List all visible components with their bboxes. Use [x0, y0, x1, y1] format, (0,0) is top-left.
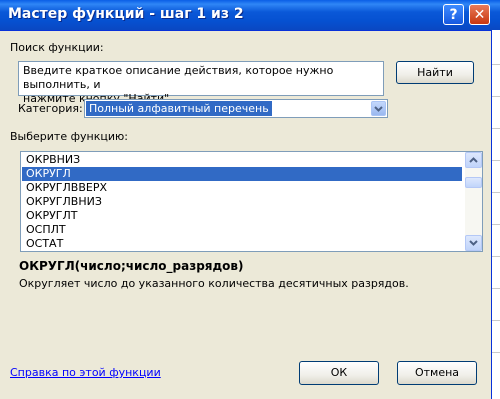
background-gridline	[492, 224, 500, 225]
window-title: Мастер функций - шаг 1 из 2	[8, 6, 244, 22]
background-gridline	[492, 192, 500, 193]
list-scrollbar[interactable]	[465, 152, 482, 251]
function-description: Округляет число до указанного количества…	[19, 277, 409, 290]
scroll-thumb[interactable]	[465, 177, 482, 188]
category-dropdown-button[interactable]	[371, 101, 386, 116]
close-icon: ✕	[473, 7, 486, 23]
find-button[interactable]: Найти	[396, 61, 474, 84]
help-button[interactable]: ?	[443, 4, 464, 25]
cancel-button-label: Отмена	[414, 366, 460, 379]
chevron-down-icon	[469, 240, 478, 246]
chevron-down-icon	[374, 106, 383, 112]
list-item[interactable]: ОКРВНИЗ	[22, 153, 462, 167]
ok-button[interactable]: ОК	[299, 361, 379, 385]
find-button-label: Найти	[417, 66, 453, 79]
chevron-up-icon	[469, 157, 478, 163]
category-select[interactable]: Полный алфавитный перечень	[84, 99, 388, 118]
background-gridline	[492, 128, 500, 129]
close-button[interactable]: ✕	[469, 4, 490, 25]
background-gridline	[492, 256, 500, 257]
background-gridline	[492, 160, 500, 161]
search-label: Поиск функции:	[10, 41, 104, 54]
scroll-up-button[interactable]	[465, 152, 482, 168]
title-bar[interactable]: Мастер функций - шаг 1 из 2 ? ✕	[0, 0, 500, 31]
ok-button-label: ОК	[330, 366, 348, 379]
list-item[interactable]: ОСТАТ	[22, 237, 462, 251]
background-gridline	[492, 288, 500, 289]
search-text-line-1: Введите краткое описание действия, котор…	[23, 64, 334, 91]
background-gridline	[492, 96, 500, 97]
function-help-link[interactable]: Справка по этой функции	[10, 366, 161, 379]
scroll-down-button[interactable]	[465, 235, 482, 251]
background-gridline	[492, 64, 500, 65]
list-item[interactable]: ОСПЛТ	[22, 223, 462, 237]
category-value: Полный алфавитный перечень	[86, 101, 272, 116]
search-input[interactable]: Введите краткое описание действия, котор…	[18, 61, 384, 105]
background-window-edge	[491, 30, 500, 399]
list-item-selected[interactable]: ОКРУГЛ	[22, 167, 462, 181]
background-gridline	[492, 352, 500, 353]
function-list[interactable]: ОКРВНИЗ ОКРУГЛ ОКРУГЛВВЕРХ ОКРУГЛВНИЗ ОК…	[20, 151, 483, 252]
help-icon: ?	[449, 7, 458, 23]
list-item[interactable]: ОКРУГЛТ	[22, 209, 462, 223]
background-gridline	[492, 320, 500, 321]
cancel-button[interactable]: Отмена	[397, 361, 477, 385]
category-label: Категория:	[18, 102, 83, 115]
function-signature: ОКРУГЛ(число;число_разрядов)	[19, 259, 244, 273]
functions-label: Выберите функцию:	[10, 130, 128, 143]
list-item[interactable]: ОКРУГЛВНИЗ	[22, 195, 462, 209]
list-item[interactable]: ОКРУГЛВВЕРХ	[22, 181, 462, 195]
